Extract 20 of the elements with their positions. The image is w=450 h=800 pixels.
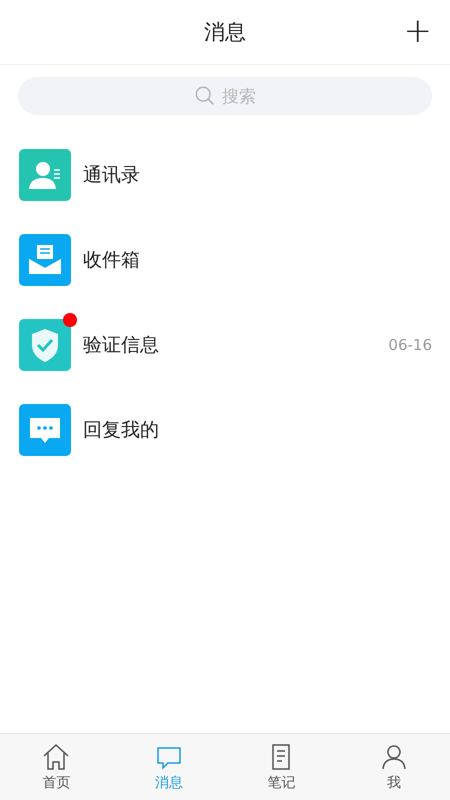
tab[interactable]: 首页 [0,734,112,800]
tab[interactable]: 我 [338,734,450,800]
item-label: 通讯录 [83,162,141,188]
search-icon [194,85,216,107]
item-time: 06-16 [388,336,432,354]
chat-bubble-icon [19,404,71,456]
list-item[interactable]: 验证信息 06-16 [0,302,450,387]
shield-check-icon [19,318,71,370]
page-title: 消息 [204,19,246,46]
item-label: 收件箱 [83,248,141,272]
item-label: 回复我的 [83,418,160,442]
envelope-icon [19,234,71,286]
add-button[interactable]: + [400,12,436,50]
list-item[interactable]: 收件箱 [0,217,450,302]
tab[interactable]: 笔记 [225,734,338,800]
item-label: 验证信息 [83,332,160,358]
contact-card-icon [19,148,71,200]
list-item[interactable]: 通讯录 [0,132,450,217]
list-item[interactable]: 回复我的 [0,387,450,472]
house-icon [41,742,72,772]
